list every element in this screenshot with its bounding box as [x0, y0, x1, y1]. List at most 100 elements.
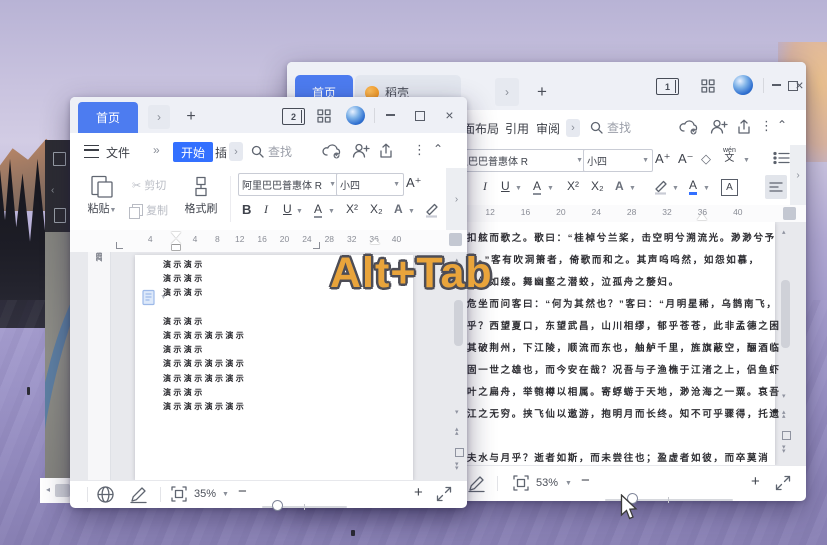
menu-item-insert-clipped[interactable]: 插 — [215, 144, 227, 161]
fit-page-icon[interactable] — [513, 475, 529, 491]
subscript-button[interactable]: X₂ — [370, 202, 383, 216]
zoom-level-value[interactable]: 53% — [536, 477, 558, 489]
share-icon[interactable] — [378, 143, 395, 159]
minimize-button[interactable] — [383, 107, 397, 123]
right-indent-marker[interactable] — [370, 239, 380, 244]
back-vscrollbar[interactable]: ▴ ▾ ▴▴ ▾▾ — [778, 222, 794, 465]
cloud-sync-icon[interactable] — [321, 142, 343, 160]
grow-font-button[interactable]: A⁺ — [406, 175, 422, 191]
next-page-icon[interactable]: ▾▾ — [455, 463, 459, 471]
window-tabs-icon[interactable]: 1 — [656, 78, 679, 95]
char-scale-button[interactable]: A — [533, 179, 541, 195]
highlight-pen-icon[interactable] — [424, 201, 441, 218]
collapse-ribbon-icon[interactable]: ⌃ — [777, 118, 787, 132]
sliver-hscrollbar[interactable]: ◂ — [40, 478, 72, 503]
font-size-combo[interactable]: 小四▼ — [336, 173, 404, 196]
font-size-combo[interactable]: 小四▼ — [583, 149, 653, 172]
workspace-grid-icon[interactable] — [316, 108, 332, 124]
front-vertical-ruler[interactable]: 481216202428 — [88, 252, 111, 480]
edit-pencil-icon[interactable] — [129, 485, 148, 504]
select-browse-object-icon[interactable] — [782, 431, 791, 440]
superscript-button[interactable]: X² — [346, 202, 358, 216]
menu-item-pagelayout[interactable]: 面布局 — [463, 120, 499, 137]
first-line-indent-marker[interactable] — [171, 232, 181, 238]
user-avatar[interactable] — [733, 75, 753, 95]
tab-home[interactable]: 首页 — [78, 102, 138, 133]
grow-font-button[interactable]: A⁺ — [655, 151, 671, 167]
zoom-out-button[interactable]: − — [581, 472, 590, 489]
underline-button[interactable]: U — [501, 179, 510, 193]
select-browse-object-icon[interactable] — [455, 448, 464, 457]
search-box[interactable]: 查找 — [590, 119, 631, 136]
menu-item-file[interactable]: 文件 — [106, 144, 130, 161]
new-tab-button[interactable]: + — [180, 105, 202, 129]
fit-page-icon[interactable] — [171, 486, 187, 502]
paste-button[interactable]: 粘贴▼ — [82, 174, 122, 224]
web-layout-globe-icon[interactable] — [96, 485, 115, 504]
scroll-up-icon[interactable]: ▴ — [782, 228, 786, 236]
menu-item-references[interactable]: 引用 — [505, 120, 529, 137]
vscroll-thumb[interactable] — [781, 280, 790, 348]
bold-button[interactable]: B — [242, 202, 251, 217]
prev-page-icon[interactable]: ▴▴ — [782, 411, 786, 419]
superscript-button[interactable]: X² — [567, 179, 579, 193]
vscroll-thumb[interactable] — [454, 300, 463, 346]
minimize-button[interactable] — [769, 77, 783, 93]
font-name-combo[interactable]: 阿里巴巴普惠体 R▼ — [238, 173, 340, 196]
window-tabs-icon[interactable]: 2 — [282, 108, 305, 125]
char-scale-button[interactable]: A — [314, 202, 322, 218]
subscript-button[interactable]: X₂ — [591, 179, 604, 193]
align-left-button[interactable] — [765, 175, 787, 199]
collapse-ribbon-icon[interactable]: ⌃ — [433, 142, 443, 156]
maximize-button[interactable] — [413, 109, 427, 123]
zoom-in-button[interactable]: + — [751, 473, 760, 490]
zoom-caret[interactable]: ▼ — [222, 491, 229, 498]
user-avatar[interactable] — [346, 106, 365, 125]
next-page-icon[interactable]: ▾▾ — [782, 446, 786, 454]
ruler-toggle-icon[interactable] — [449, 233, 462, 246]
invite-user-icon[interactable] — [352, 143, 370, 159]
fullscreen-icon[interactable] — [436, 486, 452, 502]
italic-button[interactable]: I — [483, 179, 487, 194]
hanging-indent-marker[interactable] — [171, 239, 181, 244]
menu-overflow-button[interactable]: › — [566, 119, 580, 137]
more-options-icon[interactable]: ⋮ — [413, 142, 426, 158]
shrink-font-button[interactable]: A⁻ — [678, 151, 694, 167]
zoom-caret[interactable]: ▼ — [565, 480, 572, 487]
bullet-list-icon[interactable] — [773, 151, 791, 165]
fullscreen-icon[interactable] — [775, 475, 791, 491]
new-tab-button[interactable]: + — [530, 78, 554, 106]
zoom-slider[interactable] — [262, 506, 347, 508]
hamburger-menu-icon[interactable] — [84, 145, 99, 158]
clear-format-button[interactable]: ◇ — [701, 151, 711, 167]
ruler-toggle-icon[interactable] — [783, 207, 796, 220]
more-options-icon[interactable]: ⋮ — [760, 118, 773, 134]
workspace-grid-icon[interactable] — [700, 78, 716, 94]
close-button[interactable]: × — [443, 106, 456, 124]
paragraph-doc-icon[interactable] — [141, 289, 158, 306]
menu-item-start-active[interactable]: 开始 — [173, 142, 213, 162]
right-indent-marker[interactable] — [697, 213, 707, 220]
format-painter-button[interactable]: 格式刷 — [178, 174, 224, 224]
zoom-level-value[interactable]: 35% — [194, 488, 216, 500]
italic-button[interactable]: I — [264, 202, 268, 217]
cut-button[interactable]: ✂ 剪切 — [132, 176, 166, 194]
scroll-down-icon[interactable]: ▾ — [455, 408, 459, 416]
share-icon[interactable] — [736, 119, 753, 135]
char-border-button[interactable]: A — [721, 179, 738, 196]
cloud-sync-icon[interactable] — [678, 118, 700, 136]
search-box[interactable]: 查找 — [251, 143, 292, 160]
toolbar-expand-strip[interactable]: › — [446, 168, 467, 230]
outline-font-button[interactable]: A — [394, 202, 403, 216]
tab-overflow-button[interactable]: › — [148, 105, 170, 129]
prev-page-icon[interactable]: ▴▴ — [455, 428, 459, 436]
edit-pencil-icon[interactable] — [467, 474, 486, 493]
underline-button[interactable]: U — [283, 202, 292, 216]
menu-more-chevrons[interactable]: » — [153, 143, 160, 157]
copy-button[interactable]: 复制 — [132, 201, 168, 219]
tab-overflow-button[interactable]: › — [495, 78, 519, 106]
zoom-out-button[interactable]: − — [238, 483, 247, 500]
scroll-left-icon[interactable]: ◂ — [46, 485, 50, 494]
menu-overflow-button[interactable]: › — [229, 142, 243, 161]
close-button[interactable]: × — [793, 76, 806, 94]
